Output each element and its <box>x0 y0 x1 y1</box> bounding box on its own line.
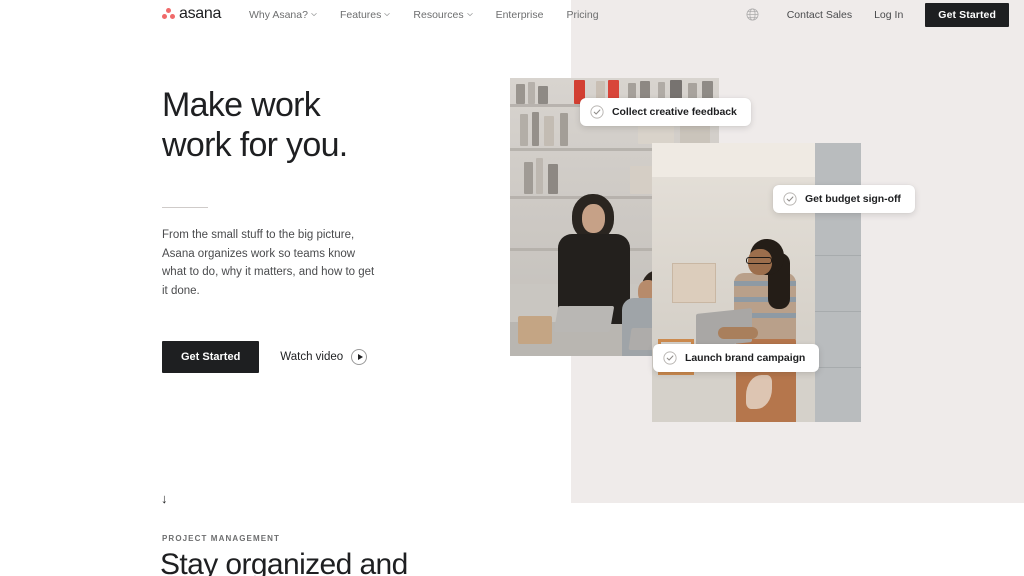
logo-wordmark: asana <box>179 5 222 22</box>
site-header: asana Why Asana? Features Resources Ente… <box>0 0 1024 29</box>
nav-item-why-asana[interactable]: Why Asana? <box>249 9 317 21</box>
contact-sales-link[interactable]: Contact Sales <box>787 9 852 21</box>
header-actions: Contact Sales Log In Get Started <box>746 0 1009 29</box>
watch-video-button[interactable]: Watch video <box>280 348 368 365</box>
task-card[interactable]: Collect creative feedback <box>580 98 751 126</box>
arrow-down-icon[interactable]: ↓ <box>161 492 168 505</box>
primary-navigation: Why Asana? Features Resources Enterprise <box>249 0 599 29</box>
hero-get-started-button[interactable]: Get Started <box>162 340 260 373</box>
header-get-started-button[interactable]: Get Started <box>925 2 1009 27</box>
check-circle-icon <box>590 105 604 119</box>
nav-item-resources[interactable]: Resources <box>413 8 473 21</box>
nav-item-label: Resources <box>413 8 464 21</box>
hero-title-line-1: Make work <box>162 86 321 124</box>
chevron-down-icon <box>311 12 317 18</box>
section-eyebrow: PROJECT MANAGEMENT <box>162 534 281 543</box>
check-circle-icon <box>663 351 677 365</box>
chevron-down-icon <box>384 12 391 18</box>
watch-video-label: Watch video <box>280 350 344 363</box>
nav-item-enterprise[interactable]: Enterprise <box>496 9 544 21</box>
task-card-label: Launch brand campaign <box>685 352 806 364</box>
asana-logo[interactable]: asana <box>162 6 221 22</box>
hero-cta-group: Get Started Watch video <box>162 340 492 373</box>
task-card[interactable]: Launch brand campaign <box>653 344 820 372</box>
globe-icon[interactable] <box>746 8 759 21</box>
hero-title-line-2: work for you. <box>162 126 348 165</box>
nav-item-features[interactable]: Features <box>339 8 391 21</box>
task-card-label: Get budget sign-off <box>805 193 901 205</box>
play-circle-icon <box>351 348 368 365</box>
chevron-down-icon <box>466 12 473 18</box>
page-title: Make work work for you. <box>162 85 492 165</box>
section-title: Stay organized and <box>160 548 408 576</box>
check-circle-icon <box>783 192 797 206</box>
task-card-label: Collect creative feedback <box>612 106 737 118</box>
log-in-link[interactable]: Log In <box>874 9 903 21</box>
hero-divider <box>162 207 208 209</box>
nav-item-label: Why Asana? <box>249 8 308 21</box>
nav-item-label: Features <box>339 8 382 21</box>
asana-dots-logo-icon <box>162 8 175 20</box>
hero-description: From the small stuff to the big picture,… <box>162 229 375 298</box>
nav-item-pricing[interactable]: Pricing <box>566 9 598 21</box>
asana-landing-page: asana Why Asana? Features Resources Ente… <box>0 0 1024 576</box>
nav-item-label: Pricing <box>566 8 599 21</box>
hero-content: Make work work for you. From the small s… <box>162 85 492 373</box>
task-card[interactable]: Get budget sign-off <box>773 185 915 213</box>
nav-item-label: Enterprise <box>495 8 544 21</box>
